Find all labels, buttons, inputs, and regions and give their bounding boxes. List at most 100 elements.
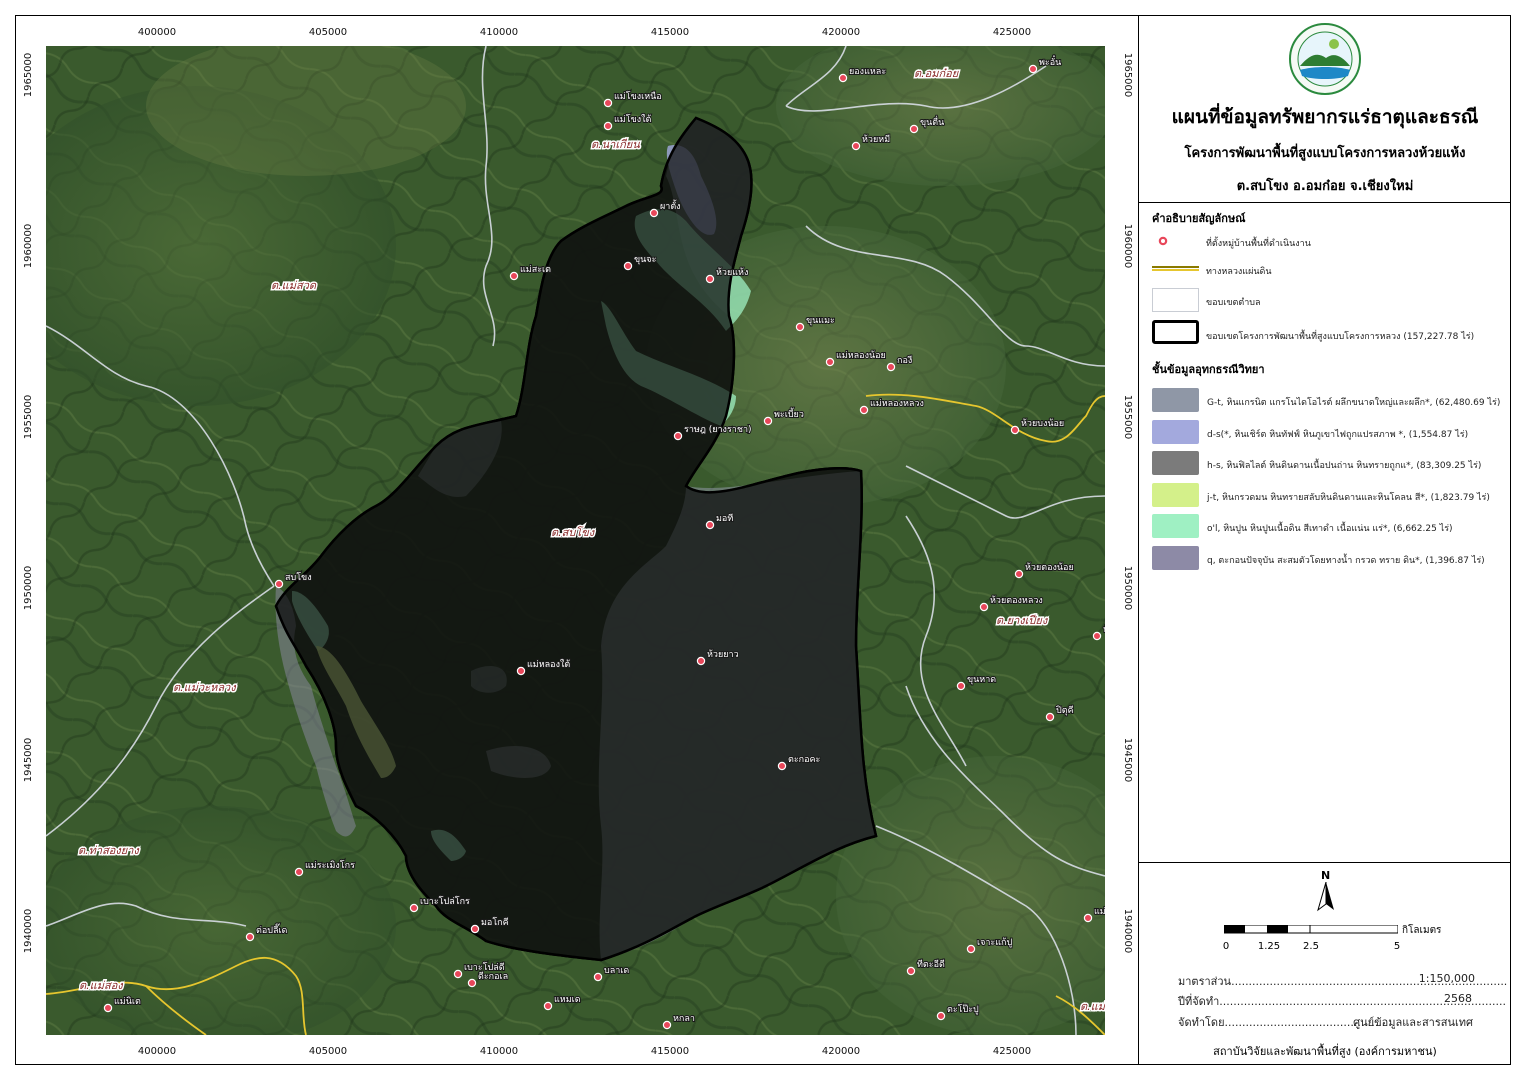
scale-bar — [1224, 925, 1398, 934]
village-marker-icon[interactable] — [705, 274, 715, 284]
village-label: แม่สะเต — [520, 265, 551, 275]
village-marker-icon[interactable] — [909, 124, 919, 134]
coordinate-label: 410000 — [479, 27, 519, 38]
village-marker-icon[interactable] — [795, 322, 805, 332]
village-marker-icon[interactable] — [603, 98, 613, 108]
village-marker-icon[interactable] — [543, 1001, 553, 1011]
village-marker-icon[interactable] — [696, 656, 706, 666]
village-marker-icon[interactable] — [886, 362, 896, 372]
legend-subdistrict: ขอบเขตตำบล — [1206, 298, 1261, 308]
village-marker-icon[interactable] — [956, 681, 966, 691]
village-label: แหมเด — [554, 995, 581, 1005]
village-label: แม่ระเมิงโกร — [305, 860, 355, 871]
scale-label: 5 — [1393, 941, 1401, 952]
village-marker-icon[interactable] — [979, 602, 989, 612]
village-marker-icon[interactable] — [966, 944, 976, 954]
village-marker-icon[interactable] — [936, 1011, 946, 1021]
village-marker-icon[interactable] — [453, 969, 463, 979]
subdistrict-label: ต.ท่าสองยาง — [78, 844, 140, 857]
village-label: มอที — [716, 513, 733, 524]
village-marker-icon[interactable] — [906, 966, 916, 976]
coordinate-label: 1960000 — [23, 223, 34, 269]
village-marker-icon[interactable] — [673, 431, 683, 441]
coordinate-label: 425000 — [992, 1046, 1032, 1057]
village-marker-icon[interactable] — [103, 1003, 113, 1013]
geology-legend-label: o'l, หินปูน หินปูนเนื้อดิน สีเทาดำ เนื้อ… — [1207, 524, 1453, 534]
village-marker-icon[interactable] — [662, 1020, 672, 1030]
village-label: ดีะกอเล — [478, 971, 508, 982]
village-label: หกลา — [673, 1014, 695, 1024]
village-marker-icon[interactable] — [705, 520, 715, 530]
village-marker-icon[interactable] — [777, 761, 787, 771]
coordinate-label: 1955000 — [23, 394, 34, 440]
village-marker-icon — [1157, 235, 1169, 247]
scale-label: 0 — [1222, 941, 1230, 952]
village-label: เจาะแก้ปู — [977, 937, 1012, 948]
coordinate-label: 1950000 — [1122, 565, 1133, 611]
subdistrict-label: ต.นาเกียน — [591, 138, 640, 151]
village-marker-icon[interactable] — [603, 121, 613, 131]
geology-legend-label: h-s, หินฟิลไลต์ หินดินดานเนื้อปนถ่าน หิน… — [1207, 461, 1482, 471]
village-marker-icon[interactable] — [1083, 913, 1093, 923]
village-marker-icon[interactable] — [838, 73, 848, 83]
village-label: แม่หลองน้อย — [836, 350, 886, 361]
legend-village: ที่ตั้งหมู่บ้านพื้นที่ดำเนินงาน — [1206, 239, 1311, 249]
coordinate-label: 425000 — [992, 27, 1032, 38]
village-marker-icon[interactable] — [593, 972, 603, 982]
village-label: ห้วยตองหลวง — [990, 595, 1043, 606]
village-marker-icon[interactable] — [1092, 631, 1102, 641]
village-marker-icon[interactable] — [763, 416, 773, 426]
map-canvas[interactable]: ต.นาเกียน ต.อมก๋อยต.แม่สวดต.สบโขงต.ยางเปี… — [46, 46, 1105, 1035]
village-marker-icon[interactable] — [1028, 64, 1038, 74]
panel-separator — [1139, 862, 1511, 863]
coordinate-label: 415000 — [650, 1046, 690, 1057]
coordinate-label: 1960000 — [1122, 223, 1133, 269]
coordinate-label: 420000 — [821, 1046, 861, 1057]
geology-swatch — [1152, 545, 1199, 570]
coordinate-label: 415000 — [650, 27, 690, 38]
village-label: แม่ระอาโน — [1094, 906, 1105, 917]
coordinate-label: 410000 — [479, 1046, 519, 1057]
geology-swatch — [1152, 514, 1199, 538]
village-marker-icon[interactable] — [1010, 425, 1020, 435]
village-marker-icon[interactable] — [851, 141, 861, 151]
coordinate-label: 1950000 — [23, 565, 34, 611]
village-marker-icon[interactable] — [516, 666, 526, 676]
village-label: แม่หลองใต้ — [527, 659, 570, 670]
village-marker-icon[interactable] — [649, 208, 659, 218]
map-area[interactable]: ต.นาเกียน ต.อมก๋อย ต.แม่สวด ต.สบโขง ต.ยางเปี… — [46, 46, 1105, 1035]
village-marker-icon[interactable] — [274, 579, 284, 589]
coordinate-label: 405000 — [308, 27, 348, 38]
village-label: ขุนหาด — [967, 675, 996, 685]
village-marker-icon[interactable] — [1014, 569, 1024, 579]
road-swatch — [1152, 266, 1199, 271]
village-label: มอโกคี — [481, 917, 509, 928]
village-label: ห้วยบงน้อย — [1021, 418, 1064, 429]
legend-road: ทางหลวงแผ่นดิน — [1206, 267, 1272, 277]
north-label: N — [1321, 869, 1331, 882]
geology-swatch — [1152, 482, 1199, 507]
village-marker-icon[interactable] — [467, 978, 477, 988]
village-label: ห้วยตองน้อย — [1025, 562, 1074, 573]
coordinate-label: 400000 — [137, 1046, 177, 1057]
subdistrict-label: ต.อมก๋อย — [914, 67, 960, 80]
village-marker-icon[interactable] — [509, 271, 519, 281]
coordinate-label: 1945000 — [23, 737, 34, 783]
village-label: ยองแหละ — [849, 67, 886, 77]
village-marker-icon[interactable] — [294, 867, 304, 877]
village-marker-icon[interactable] — [470, 924, 480, 934]
geology-swatch — [1152, 419, 1199, 444]
village-marker-icon[interactable] — [859, 405, 869, 415]
legend-heading: คำอธิบายสัญลักษณ์ — [1152, 212, 1246, 225]
village-marker-icon[interactable] — [825, 357, 835, 367]
village-marker-icon[interactable] — [245, 932, 255, 942]
north-arrow-icon — [1317, 882, 1334, 912]
geology-legend-label: G-t, หินแกรนิต แกรโนไดโอไรต์ ผลึกขนาดใหญ… — [1207, 398, 1501, 408]
project-boundary-swatch — [1152, 320, 1199, 344]
village-marker-icon[interactable] — [409, 903, 419, 913]
coordinate-label: 400000 — [137, 27, 177, 38]
village-marker-icon[interactable] — [1045, 712, 1055, 722]
location-subtitle: ต.สบโขง อ.อมก๋อย จ.เชียงใหม่ — [1236, 179, 1414, 194]
map-title: แผนที่ข้อมูลทรัพยากรแร่ธาตุและธรณี — [1171, 106, 1479, 128]
village-marker-icon[interactable] — [623, 261, 633, 271]
